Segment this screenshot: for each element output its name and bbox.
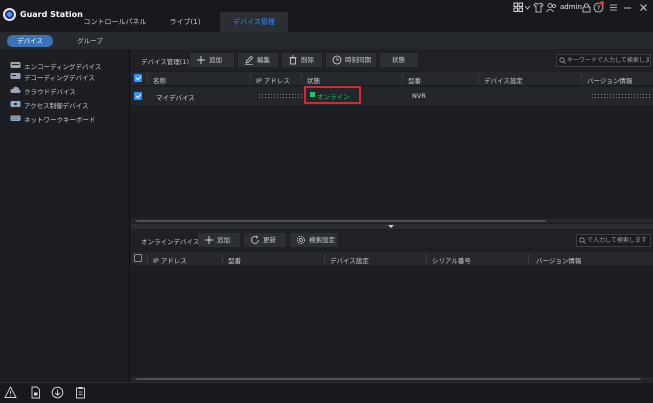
column-separator <box>222 254 223 263</box>
clock-icon <box>332 55 342 65</box>
refresh-icon <box>250 235 260 245</box>
online-table-header: IP アドレス 型番 デバイス設定 シリアル番号 バージョン情報 <box>131 252 653 265</box>
column-header-device-settings[interactable]: デバイス設定 <box>330 255 369 265</box>
column-header-ip[interactable]: IP アドレス <box>153 255 187 265</box>
keyboard-icon <box>10 114 21 122</box>
status-button[interactable]: 状態 <box>380 53 418 67</box>
download-icon[interactable] <box>51 386 64 399</box>
delete-device-button[interactable]: 削除 <box>282 53 322 67</box>
chevron-down-icon[interactable] <box>525 6 530 10</box>
sidebar-item-label: アクセス制御デバイス <box>24 102 89 110</box>
column-separator <box>147 74 148 83</box>
warning-icon[interactable] <box>4 386 17 399</box>
trash-icon <box>288 55 298 65</box>
tab-live[interactable]: ライブ(1) <box>150 12 220 32</box>
encoding-device-icon <box>10 61 21 69</box>
scrollbar-thumb[interactable] <box>136 220 546 222</box>
subtab-group[interactable]: グループ <box>60 35 120 47</box>
device-count-title: デバイス管理(1) <box>141 58 190 66</box>
minimize-icon[interactable] <box>622 2 633 13</box>
column-header-device-settings[interactable]: デバイス設定 <box>484 75 523 85</box>
column-separator <box>324 254 325 263</box>
device-table-header: 名称 IP アドレス 状態 型番 デバイス設定 バージョン情報 <box>131 72 653 85</box>
column-header-version[interactable]: バージョン情報 <box>587 75 632 85</box>
shirt-icon[interactable] <box>533 2 544 13</box>
current-user[interactable]: admin <box>560 3 582 11</box>
time-sync-button[interactable]: 時刻同期 <box>326 53 376 67</box>
column-header-name[interactable]: 名称 <box>153 75 166 85</box>
device-name: マイデバイス <box>156 94 195 102</box>
column-separator <box>250 74 251 83</box>
sidebar-item-cloud[interactable]: クラウドデバイス <box>0 83 129 97</box>
gear-icon <box>296 235 306 245</box>
decoding-device-icon <box>10 72 21 80</box>
svg-text:?: ? <box>597 4 600 12</box>
plus-icon <box>196 55 206 65</box>
tab-device-management[interactable]: デバイス管理 <box>220 12 288 32</box>
column-header-status[interactable]: 状態 <box>307 75 320 85</box>
edit-device-button[interactable]: 編集 <box>238 53 278 67</box>
pencil-icon <box>244 55 254 65</box>
sidebar: エンコーディングデバイス デコーディングデバイス クラウドデバイス アクセス制御… <box>0 49 130 382</box>
add-device-button[interactable]: 追加 <box>190 53 234 67</box>
column-separator <box>147 254 148 263</box>
search-settings-button[interactable]: 検索設定 <box>290 233 338 247</box>
notification-dot <box>600 1 604 5</box>
sidebar-item-label: デコーディングデバイス <box>24 74 95 82</box>
subtab-device[interactable]: デバイス <box>7 35 53 47</box>
scrollbar-thumb[interactable] <box>136 378 641 380</box>
online-search-box[interactable] <box>576 234 651 247</box>
device-search-input[interactable] <box>567 55 649 66</box>
bottom-bar <box>0 382 653 403</box>
online-status-icon <box>310 92 315 97</box>
column-separator <box>426 254 427 263</box>
search-icon <box>579 237 586 244</box>
column-separator <box>402 74 403 83</box>
row-checkbox[interactable] <box>134 92 142 100</box>
app-title: Guard Station <box>20 10 83 19</box>
lock-icon[interactable] <box>581 2 592 13</box>
sidebar-item-keyboard[interactable]: ネットワークキーボード <box>0 111 129 125</box>
cloud-device-icon <box>10 86 21 94</box>
splitter-arrow-icon[interactable] <box>388 225 394 228</box>
device-model: NVR <box>412 92 426 100</box>
select-all-checkbox[interactable] <box>134 74 142 82</box>
column-header-version[interactable]: バージョン情報 <box>536 255 581 265</box>
blurred-ip-address <box>258 93 302 99</box>
tab-control-panel[interactable]: コントロールパネル <box>80 12 150 32</box>
clipboard-icon[interactable] <box>74 386 87 399</box>
column-header-serial[interactable]: シリアル番号 <box>432 255 471 265</box>
online-search-input[interactable] <box>587 235 649 246</box>
column-separator <box>478 74 479 83</box>
app-logo <box>3 8 16 21</box>
column-separator <box>581 74 582 83</box>
column-separator <box>301 74 302 83</box>
sidebar-item-label: ネットワークキーボード <box>24 116 96 124</box>
refresh-button[interactable]: 更新 <box>244 233 286 247</box>
close-icon[interactable] <box>638 2 649 13</box>
column-header-model[interactable]: 型番 <box>408 75 421 85</box>
column-header-ip[interactable]: IP アドレス <box>256 75 290 85</box>
sidebar-item-access-control[interactable]: アクセス制御デバイス <box>0 97 129 111</box>
blurred-version-info <box>591 93 651 99</box>
select-all-online-checkbox[interactable] <box>134 254 142 262</box>
layout-grid-icon[interactable] <box>513 2 524 13</box>
lock-file-icon[interactable] <box>29 386 42 399</box>
table-row[interactable]: マイデバイス NVR <box>131 87 653 105</box>
access-control-icon <box>10 100 21 108</box>
device-status: オンライン <box>317 93 350 101</box>
search-icon <box>559 57 566 64</box>
menu-icon[interactable] <box>608 2 619 13</box>
column-separator <box>528 254 529 263</box>
sidebar-item-decoding[interactable]: デコーディングデバイス <box>0 69 129 83</box>
column-header-model[interactable]: 型番 <box>228 255 241 265</box>
device-search-box[interactable] <box>556 54 651 67</box>
user-group-icon[interactable] <box>546 2 557 13</box>
add-online-device-button[interactable]: 追加 <box>198 233 240 247</box>
sidebar-item-label: クラウドデバイス <box>24 88 76 96</box>
plus-icon <box>204 235 214 245</box>
